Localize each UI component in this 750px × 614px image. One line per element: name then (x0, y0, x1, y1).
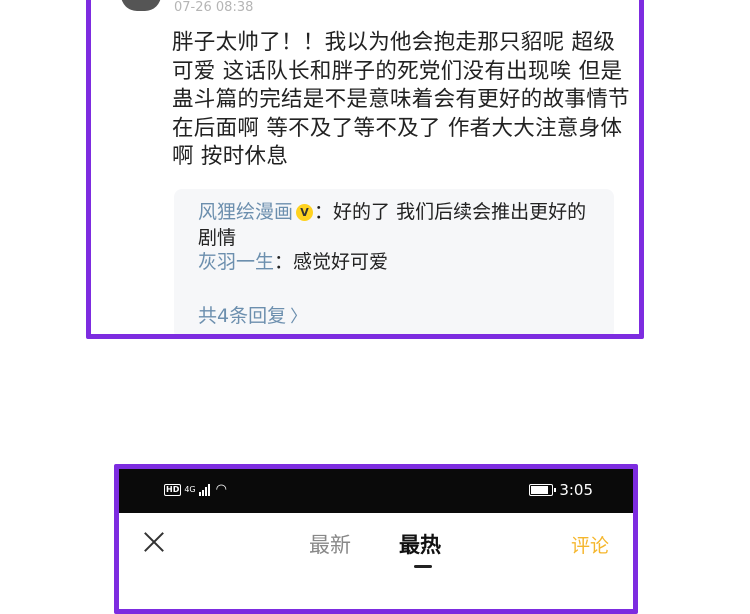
wifi-icon: ◠ (215, 482, 227, 497)
status-left: HD 4G ◠ (164, 482, 227, 497)
comment-button[interactable]: 评论 (571, 531, 609, 558)
reply-author[interactable]: 风狸绘漫画 (198, 201, 293, 223)
reply-text: 感觉好可爱 (293, 251, 389, 273)
replies-box[interactable]: 风狸绘漫画 V ：好的了 我们后续会推出更好的剧情 灰羽一生：感觉好可爱 共4条回复… (174, 189, 614, 334)
battery-icon (529, 484, 557, 496)
reply-colon: ： (314, 201, 334, 223)
more-replies-label: 共4条回复 (198, 305, 287, 327)
status-time: 3:05 (559, 481, 593, 499)
comment-timestamp: 07-26 08:38 (174, 0, 254, 15)
more-replies-link[interactable]: 共4条回复〉 (198, 301, 307, 328)
close-icon[interactable] (143, 531, 165, 553)
status-right: 3:05 (529, 481, 593, 499)
reply-author[interactable]: 灰羽一生 (198, 251, 274, 273)
reply-item[interactable]: 风狸绘漫画 V ：好的了 我们后续会推出更好的剧情 (198, 199, 598, 251)
tab-hot[interactable]: 最热 (399, 529, 441, 559)
reply-item[interactable]: 灰羽一生：感觉好可爱 (198, 249, 598, 275)
signal-icon (198, 483, 210, 496)
phone-screenshot: HD 4G ◠ 3:05 最新 最热 评论 (114, 464, 638, 614)
reply-colon: ： (274, 251, 294, 273)
status-bar: HD 4G ◠ 3:05 (119, 469, 633, 513)
hd-icon: HD (164, 483, 182, 496)
network-type: 4G (184, 485, 196, 494)
tab-latest[interactable]: 最新 (309, 529, 351, 559)
comment-nav: 最新 最热 评论 (119, 513, 633, 589)
comment-text: 胖子太帅了！！我以为他会抱走那只貂呢 超级可爱 这话队长和胖子的死党们没有出现唉… (172, 30, 630, 169)
chevron-right-icon: 〉 (290, 307, 308, 327)
avatar[interactable] (121, 0, 161, 11)
active-tab-indicator (414, 565, 432, 568)
verified-badge-icon: V (296, 204, 314, 221)
comment-card: 07-26 08:38 胖子太帅了！！我以为他会抱走那只貂呢 超级可爱 这话队长… (86, 0, 644, 339)
